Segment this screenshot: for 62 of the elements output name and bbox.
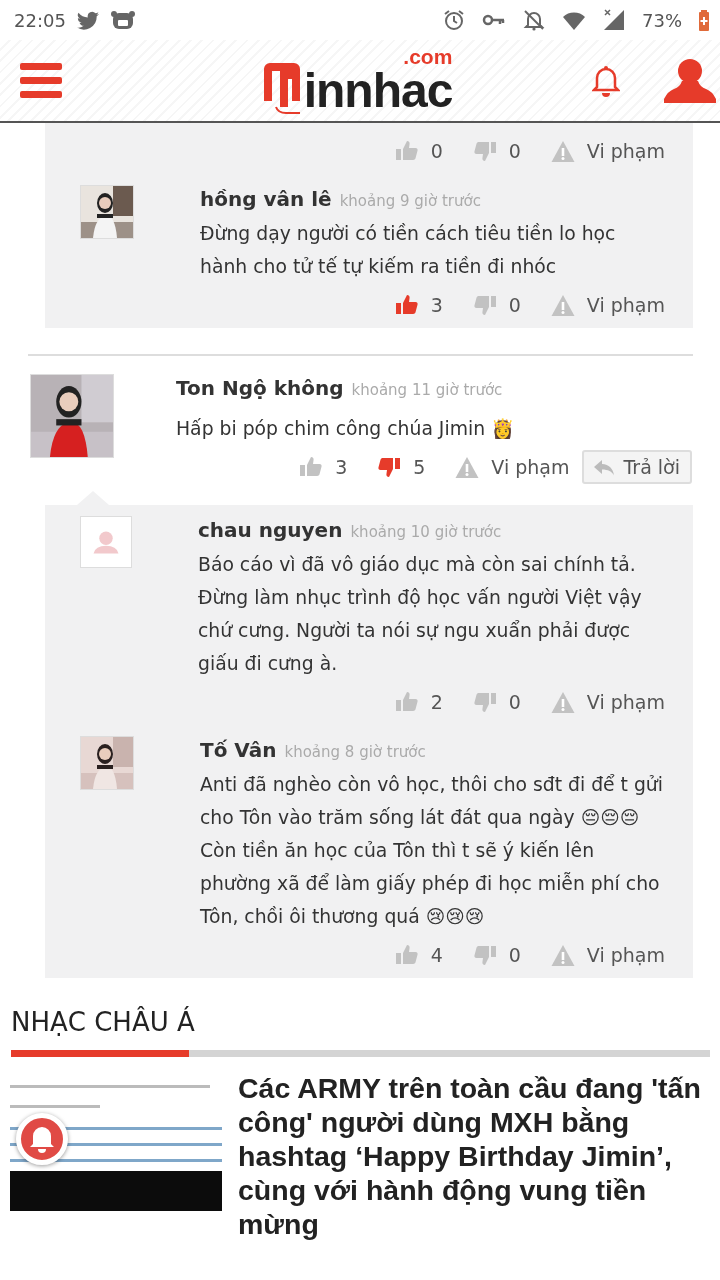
- thumbs-down-icon[interactable]: [377, 455, 402, 479]
- thumbs-up-icon[interactable]: [394, 293, 419, 317]
- thumbs-up-icon[interactable]: [394, 139, 419, 163]
- dislike-count: 0: [508, 691, 521, 713]
- comment-time: khoảng 11 giờ trước: [351, 380, 503, 401]
- commenter-name[interactable]: Tố Vân: [200, 736, 277, 764]
- battery-icon: [698, 9, 710, 31]
- dislike-count: 5: [413, 456, 426, 478]
- warning-icon: [455, 455, 480, 479]
- user-icon[interactable]: [664, 56, 716, 105]
- commenter-name[interactable]: Ton Ngộ không: [176, 374, 344, 402]
- thumbs-up-icon[interactable]: [394, 943, 419, 967]
- comment-text: Anti đã nghèo còn vô học, thôi cho sđt đi để t gửi cho Tôn vào trăm sống lát đát qua ngày 😔😔😔: [200, 773, 664, 830]
- commenter-name[interactable]: chau nguyen: [198, 516, 343, 544]
- section-title: NHẠC CHÂU Á: [11, 1005, 196, 1039]
- comment-time: khoảng 9 giờ trước: [339, 191, 481, 212]
- like-count: 3: [430, 294, 443, 316]
- like-count: 3: [335, 456, 348, 478]
- comment-text: Đừng dạy người có tiền cách tiêu tiền lo học hành cho tử tế tự kiếm ra tiền đi nhóc: [200, 222, 617, 279]
- warning-icon: [550, 139, 575, 163]
- comment-text: Báo cáo vì đã vô giáo dục mà còn sai chính tả. Đừng làm nhục trình độ học vấn người Việt vậy chứ cưng. Người ta nói sự ngu xuẩn phải được giấu đi cưng à.: [198, 553, 643, 676]
- like-count: 4: [430, 944, 443, 966]
- logo-domain: .com: [403, 46, 453, 67]
- warning-icon: [550, 293, 575, 317]
- report-link[interactable]: Vi phạm: [491, 456, 570, 478]
- dislike-count: 0: [508, 944, 521, 966]
- bell-icon: [29, 1125, 55, 1153]
- commenter-name[interactable]: hồng vân lê: [200, 185, 332, 213]
- bell-off-icon: [522, 8, 546, 32]
- comment-text: Hấp bi póp chim công chúa Jimin 👸: [176, 417, 516, 441]
- signal-icon: [602, 8, 626, 32]
- mascot-icon: [109, 9, 136, 31]
- report-link[interactable]: Vi phạm: [586, 944, 665, 966]
- bird-icon: [75, 9, 100, 31]
- dislike-count: 0: [508, 140, 521, 162]
- reply-button[interactable]: Trả lời: [581, 450, 692, 484]
- report-link[interactable]: Vi phạm: [586, 140, 665, 162]
- comment-time: khoảng 8 giờ trước: [284, 742, 426, 763]
- thumbs-up-icon[interactable]: [394, 690, 419, 714]
- article-title[interactable]: Các ARMY trên toàn cầu đang 'tấn công' người dùng MXH bằng hashtag ‘Happy Birthday Jimin’, cùng với hành động vung tiền mừng: [238, 1071, 720, 1241]
- thumbs-down-icon[interactable]: [472, 690, 497, 714]
- report-link[interactable]: Vi phạm: [586, 691, 665, 713]
- clock-time: 22:05: [14, 9, 66, 31]
- site-logo[interactable]: innhac: [303, 67, 453, 115]
- thumbs-down-icon[interactable]: [472, 139, 497, 163]
- default-avatar-icon: [80, 516, 132, 568]
- thumbs-down-icon[interactable]: [472, 293, 497, 317]
- thumbs-down-icon[interactable]: [472, 943, 497, 967]
- dislike-count: 0: [508, 294, 521, 316]
- warning-icon: [550, 943, 575, 967]
- warning-icon: [550, 690, 575, 714]
- like-count: 2: [430, 691, 443, 713]
- headphone-logo-icon: [261, 61, 302, 115]
- menu-icon[interactable]: [20, 63, 62, 98]
- battery-percent: 73%: [642, 9, 682, 31]
- comment-text: Còn tiền ăn học của Tôn thì t sẽ ý kiến lên phường xã để làm giấy phép đi học miễn phí cho Tôn, chồi ôi thương quá 😢😢😢: [200, 839, 661, 929]
- thumbs-up-icon[interactable]: [299, 455, 324, 479]
- alarm-icon: [442, 8, 466, 32]
- like-count: 0: [430, 140, 443, 162]
- bell-icon[interactable]: [592, 64, 620, 97]
- report-link[interactable]: Vi phạm: [586, 294, 665, 316]
- comment-time: khoảng 10 giờ trước: [350, 522, 502, 543]
